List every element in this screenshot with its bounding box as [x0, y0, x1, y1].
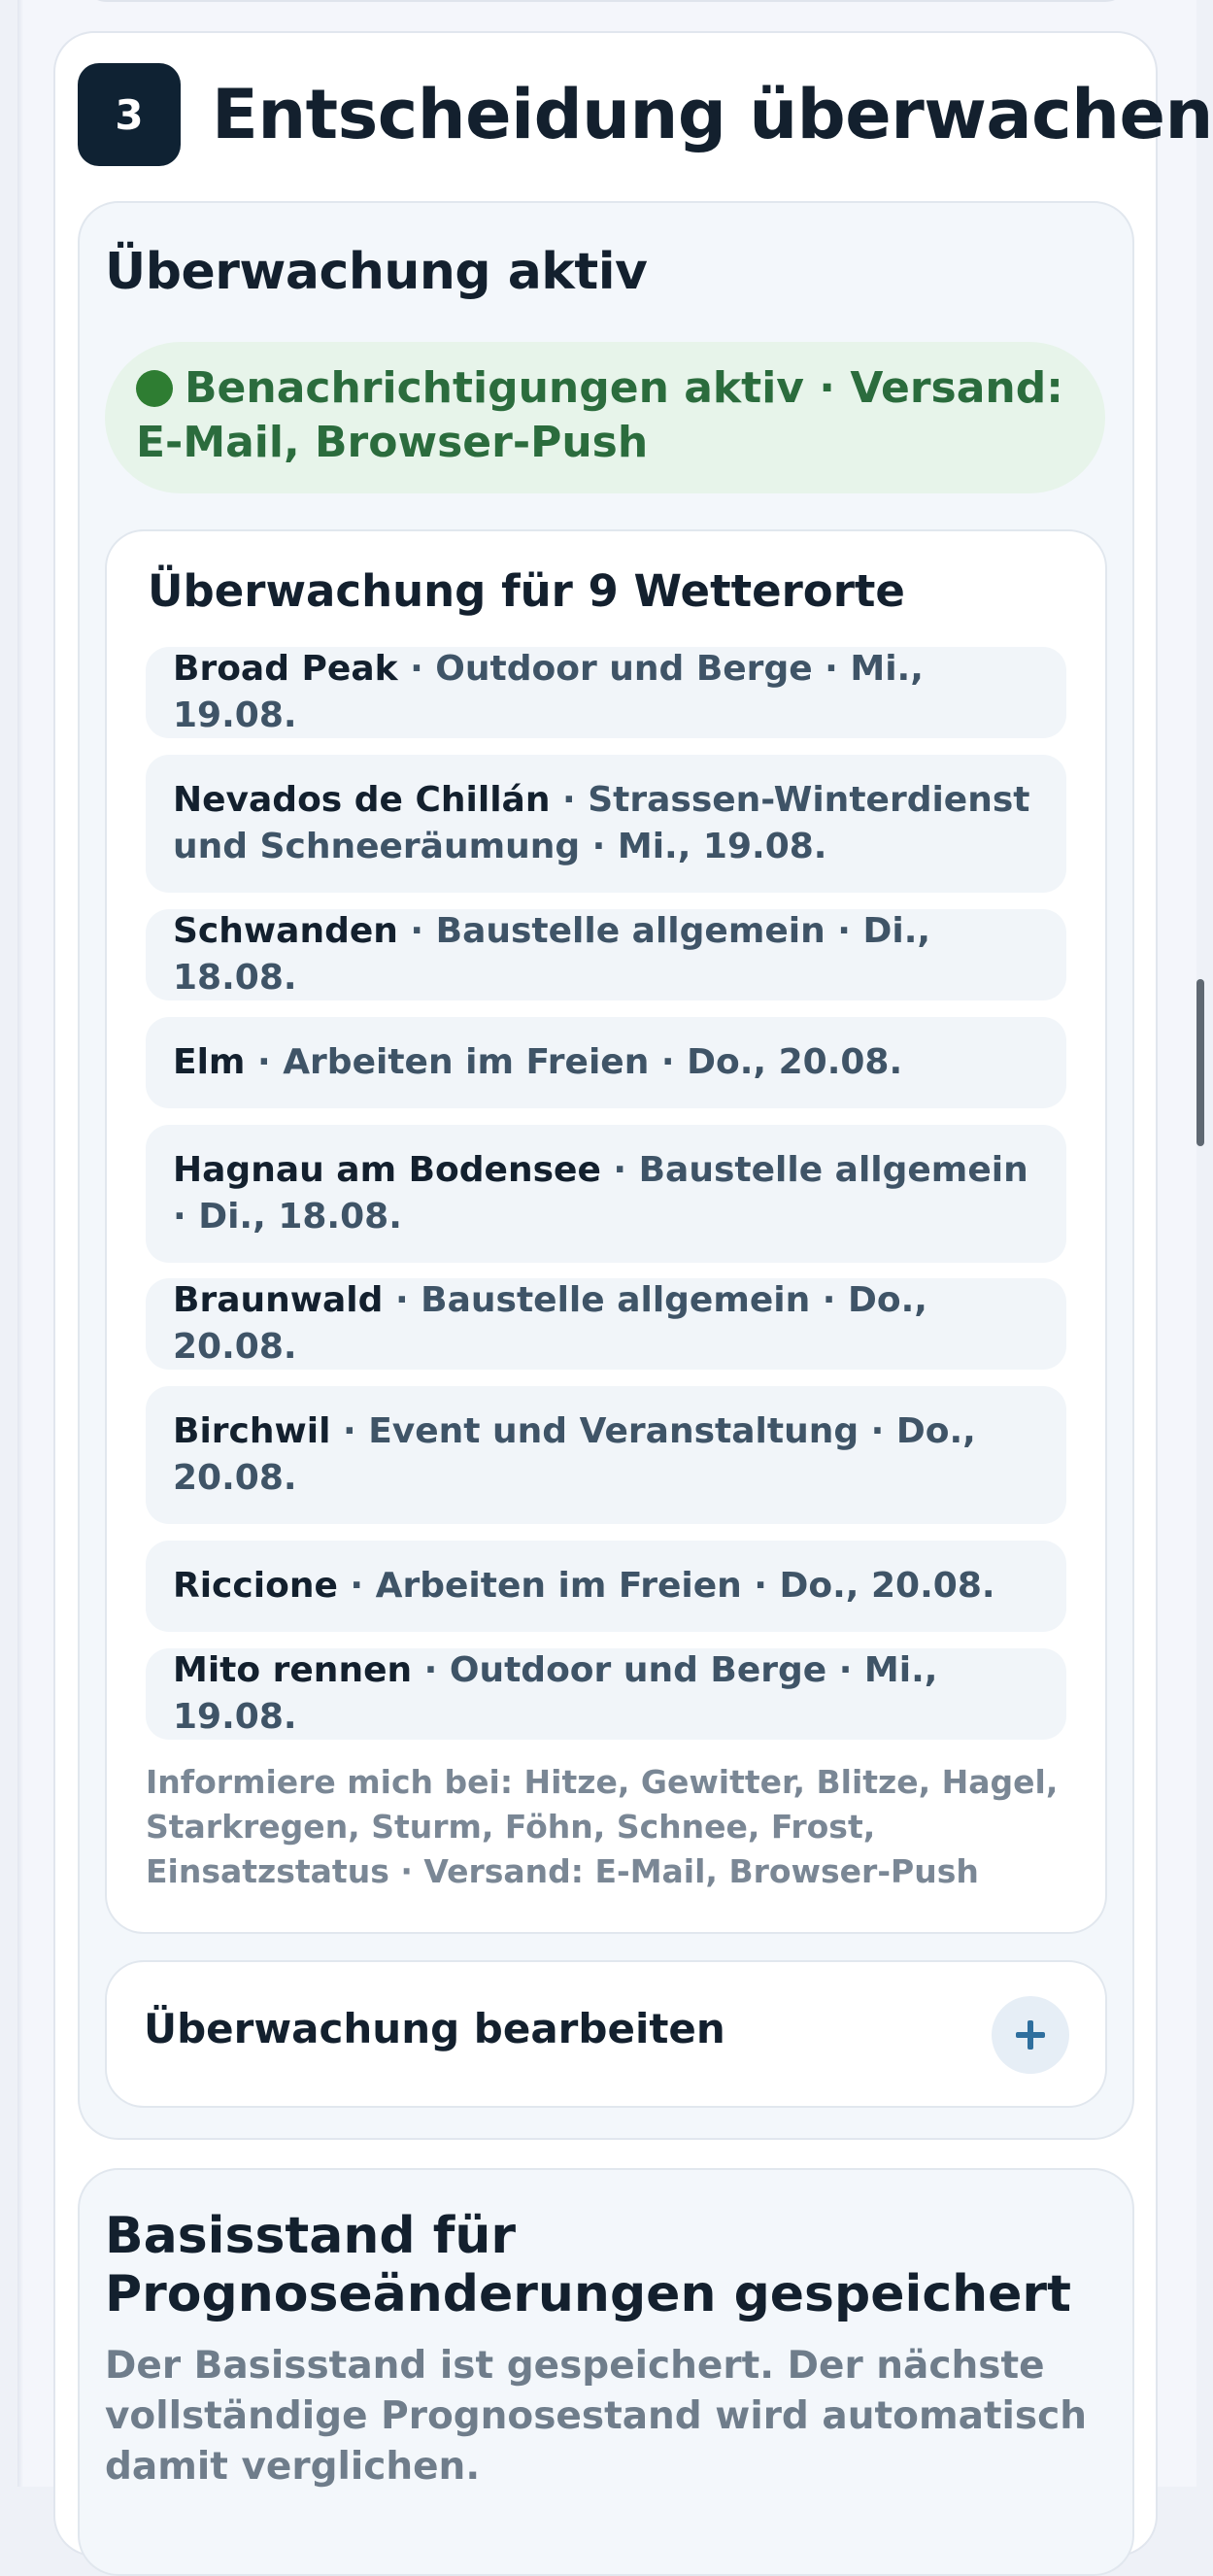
- baseline-title: Basisstand für Prognoseänderungen gespei…: [105, 2207, 1071, 2323]
- plus-icon: [1016, 2020, 1045, 2050]
- location-item[interactable]: Riccione · Arbeiten im Freien · Do., 20.…: [146, 1541, 1066, 1632]
- location-item[interactable]: Hagnau am Bodensee · Baustelle allgemein…: [146, 1125, 1066, 1263]
- baseline-text: Der Basisstand ist gespeichert. Der näch…: [105, 2344, 1088, 2489]
- location-item[interactable]: Schwanden · Baustelle allgemein · Di., 1…: [146, 909, 1066, 1000]
- location-name: Broad Peak: [173, 649, 398, 689]
- location-item[interactable]: Braunwald · Baustelle allgemein · Do., 2…: [146, 1278, 1066, 1370]
- monitoring-title: Überwachung aktiv: [105, 243, 648, 301]
- location-item[interactable]: Mito rennen · Outdoor und Berge · Mi., 1…: [146, 1648, 1066, 1740]
- location-name: Nevados de Chillán: [173, 780, 551, 820]
- location-item[interactable]: Birchwil · Event und Veranstaltung · Do.…: [146, 1386, 1066, 1524]
- location-name: Schwanden: [173, 911, 398, 951]
- location-item[interactable]: Broad Peak · Outdoor und Berge · Mi., 19…: [146, 647, 1066, 738]
- location-name: Braunwald: [173, 1280, 384, 1320]
- page-left-edge: [17, 0, 23, 2487]
- expand-button[interactable]: [992, 1996, 1069, 2074]
- edit-monitoring-label: Überwachung bearbeiten: [144, 2005, 725, 2052]
- step-number-badge: 3: [78, 63, 181, 166]
- location-name: Mito rennen: [173, 1650, 413, 1690]
- location-item[interactable]: Nevados de Chillán · Strassen-Winterdien…: [146, 755, 1066, 893]
- previous-section-card: [82, 0, 1130, 2]
- location-detail: · Arbeiten im Freien · Do., 20.08.: [245, 1042, 903, 1082]
- location-name: Hagnau am Bodensee: [173, 1150, 601, 1190]
- location-name: Riccione: [173, 1566, 338, 1606]
- locations-title: Überwachung für 9 Wetterorte: [148, 565, 905, 617]
- location-name: Birchwil: [173, 1411, 331, 1451]
- section-title: Entscheidung überwachen: [212, 75, 1213, 154]
- notification-status-text: Benachrichtigungen aktiv · Versand: E-Ma…: [136, 363, 1063, 467]
- location-item[interactable]: Elm · Arbeiten im Freien · Do., 20.08.: [146, 1017, 1066, 1108]
- scrollbar-thumb[interactable]: [1196, 979, 1204, 1146]
- location-name: Elm: [173, 1042, 246, 1082]
- notification-info-text: Informiere mich bei: Hitze, Gewitter, Bl…: [146, 1763, 1059, 1890]
- notification-status-pill: Benachrichtigungen aktiv · Versand: E-Ma…: [105, 342, 1105, 493]
- status-dot-icon: [136, 370, 173, 407]
- location-detail: · Arbeiten im Freien · Do., 20.08.: [337, 1566, 995, 1606]
